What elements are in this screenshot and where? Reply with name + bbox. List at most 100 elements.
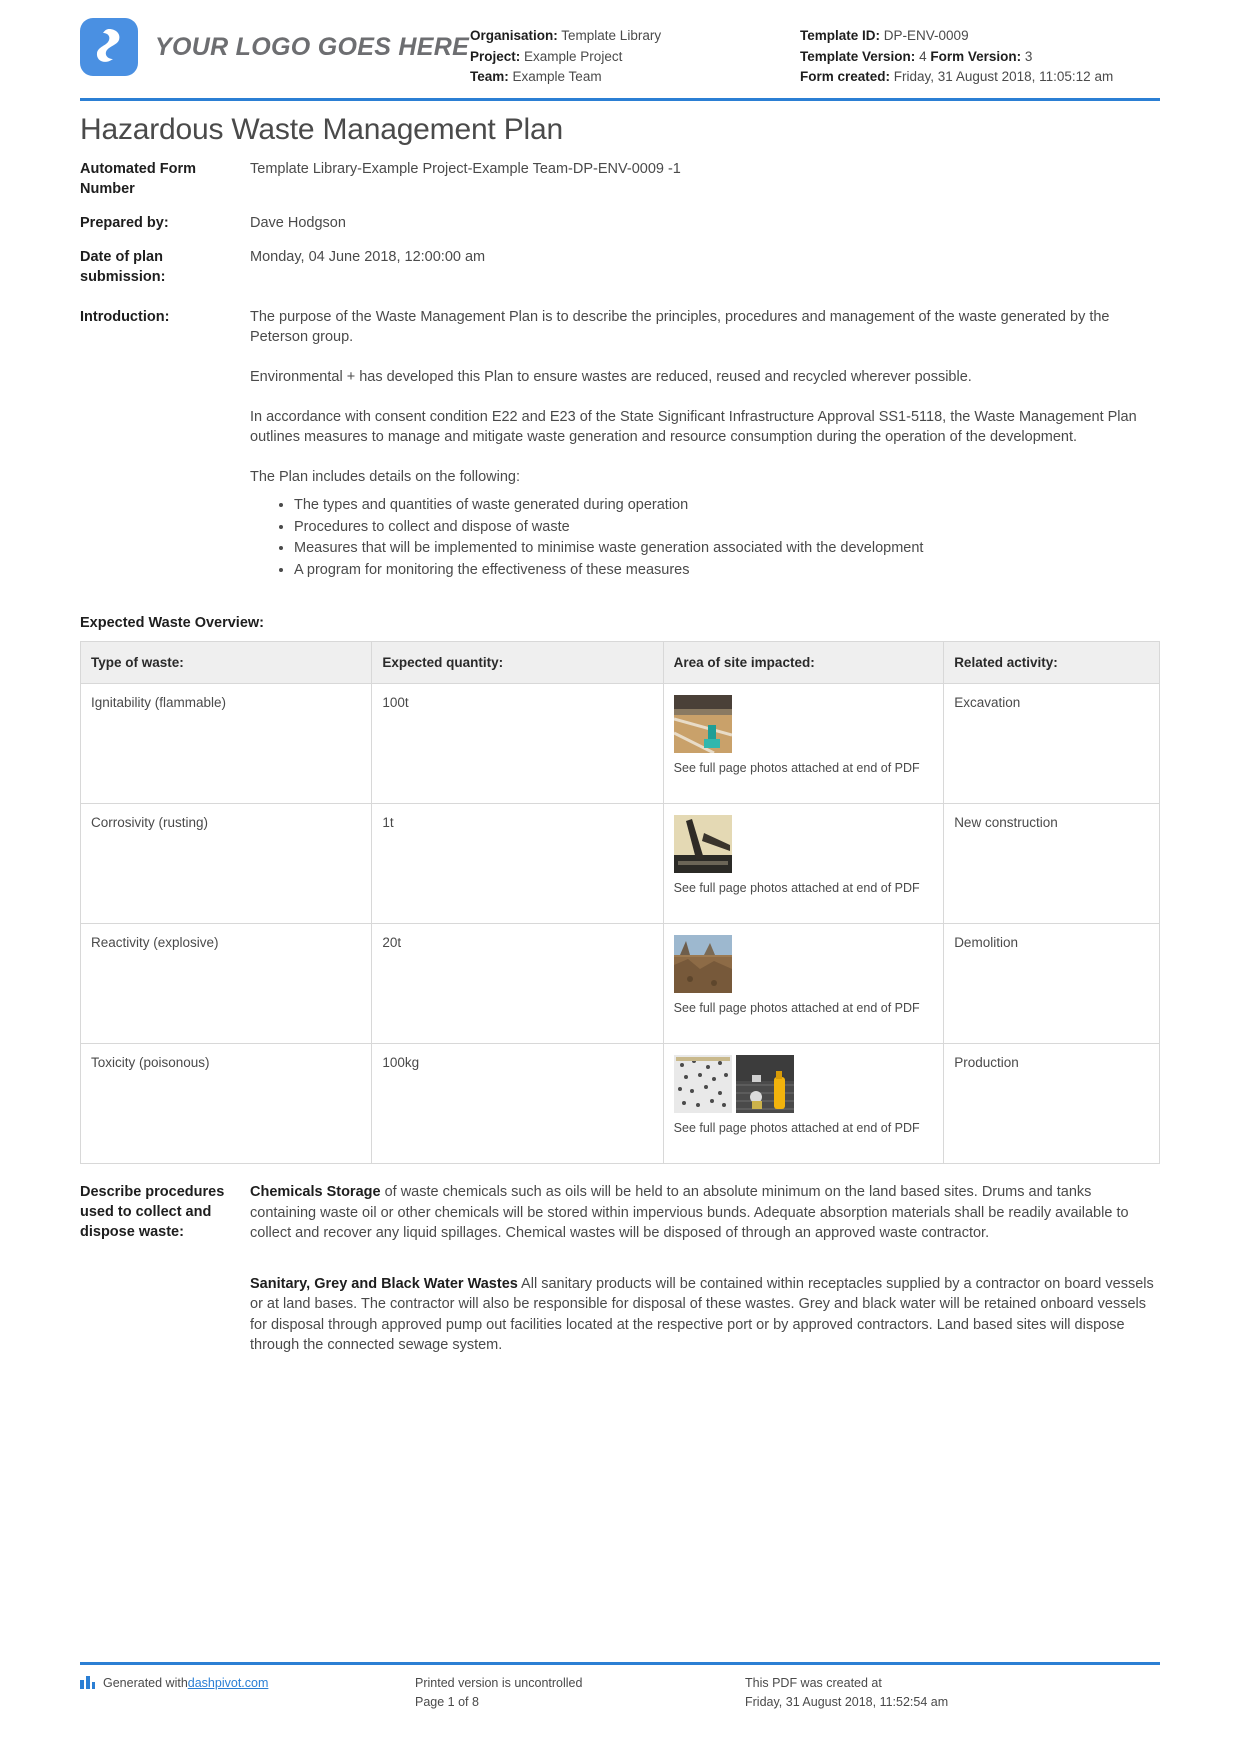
introduction-paragraph: Environmental + has developed this Plan …: [250, 369, 972, 385]
photo-caption: See full page photos attached at end of …: [673, 881, 920, 895]
template-version-label: Template Version:: [800, 48, 916, 64]
site-photo-thumbnail: [673, 815, 732, 873]
generated-with-text: Generated with: [103, 1676, 188, 1690]
footer-printed-version: Printed version is uncontrolled Page 1 o…: [415, 1674, 745, 1712]
introduction-bullet-list: The types and quantities of waste genera…: [250, 495, 1160, 580]
cell-type: Reactivity (explosive): [79, 923, 373, 1044]
form-version-label: Form Version:: [930, 48, 1022, 64]
project-label: Project:: [470, 48, 521, 64]
cell-activity: New construction: [943, 803, 1160, 924]
template-version-value: 4: [919, 48, 927, 64]
cell-activity: Production: [943, 1043, 1160, 1164]
list-item: The types and quantities of waste genera…: [294, 495, 1160, 516]
form-version-value: 3: [1024, 48, 1033, 64]
cell-quantity: 100kg: [371, 1043, 664, 1164]
expected-waste-table: Type of waste: Expected quantity: Area o…: [79, 641, 1160, 1164]
form-created-value: Friday, 31 August 2018, 11:05:12 am: [893, 69, 1114, 84]
cell-quantity: 20t: [371, 923, 664, 1044]
cell-quantity: 100t: [371, 683, 664, 804]
list-item: A program for monitoring the effectivene…: [294, 560, 1160, 581]
introduction-label: Introduction:: [80, 309, 170, 325]
site-photo-thumbnail: [673, 1055, 732, 1113]
field-introduction: Introduction: The purpose of the Waste M…: [80, 307, 1160, 581]
prepared-by-label: Prepared by:: [80, 215, 169, 231]
photo-caption: See full page photos attached at end of …: [673, 761, 920, 775]
page-title: Hazardous Waste Management Plan: [80, 113, 563, 146]
form-created-row: Form created: Friday, 31 August 2018, 11…: [800, 67, 1160, 88]
column-header-type: Type of waste:: [79, 641, 373, 684]
site-photo-thumbnail: [735, 1055, 794, 1113]
table-row: Ignitability (flammable) 100t See full p…: [79, 683, 1160, 804]
footer-pdf-created: This PDF was created at Friday, 31 Augus…: [745, 1674, 1160, 1712]
field-automated-form-number: Automated Form Number Template Library-E…: [80, 159, 1160, 199]
cell-type: Corrosivity (rusting): [79, 803, 373, 924]
introduction-paragraph: In accordance with consent condition E22…: [250, 409, 1137, 445]
procedures-body: Chemicals Storage of waste chemicals suc…: [250, 1182, 1160, 1356]
chemicals-storage-text: of waste chemicals such as oils will be …: [250, 1184, 1129, 1241]
photo-caption: See full page photos attached at end of …: [673, 1001, 920, 1015]
list-item: Measures that will be implemented to min…: [294, 538, 1160, 559]
cell-area: See full page photos attached at end of …: [662, 1043, 945, 1164]
table-row: Corrosivity (rusting) 1t See full page p…: [79, 803, 1160, 924]
photo-thumbnails: [673, 695, 934, 753]
list-item: Procedures to collect and dispose of was…: [294, 517, 1160, 538]
header-meta-right: Template ID: DP-ENV-0009 Template Versio…: [800, 18, 1160, 88]
prepared-by-value: Dave Hodgson: [250, 215, 346, 231]
template-id-label: Template ID:: [800, 28, 881, 43]
dashpivot-bars-icon: [80, 1676, 96, 1695]
cell-quantity: 1t: [371, 803, 664, 924]
table-row: Reactivity (explosive) 20t See full page…: [79, 923, 1160, 1044]
page-number: Page 1 of 8: [415, 1695, 479, 1709]
procedures-paragraph-chemicals: Chemicals Storage of waste chemicals suc…: [250, 1182, 1160, 1244]
photo-thumbnails: [673, 1055, 934, 1113]
table-row: Toxicity (poisonous) 100kg See full page…: [79, 1043, 1160, 1164]
dashpivot-logo-icon: [80, 18, 138, 76]
project-value: Example Project: [524, 48, 623, 64]
organisation-row: Organisation: Template Library: [470, 26, 800, 47]
cell-area: See full page photos attached at end of …: [662, 683, 945, 804]
column-header-activity: Related activity:: [943, 641, 1160, 684]
team-row: Team: Example Team: [470, 67, 800, 88]
cell-activity: Excavation: [943, 683, 1160, 804]
template-id-value: DP-ENV-0009: [883, 28, 969, 43]
date-label: Date of plan submission:: [80, 249, 166, 285]
introduction-paragraph: The purpose of the Waste Management Plan…: [250, 309, 1110, 345]
field-date-of-plan-submission: Date of plan submission: Monday, 04 June…: [80, 247, 1160, 287]
site-photo-thumbnail: [673, 695, 732, 753]
photo-thumbnails: [673, 815, 934, 873]
header-meta-left: Organisation: Template Library Project: …: [470, 18, 800, 88]
procedures-section: Describe procedures used to collect and …: [80, 1182, 1160, 1356]
column-header-area: Area of site impacted:: [662, 641, 945, 684]
dashpivot-link[interactable]: dashpivot.com: [188, 1674, 269, 1693]
water-wastes-heading: Sanitary, Grey and Black Water Wastes: [250, 1275, 518, 1292]
pdf-created-label: This PDF was created at: [745, 1676, 882, 1690]
introduction-body: The purpose of the Waste Management Plan…: [250, 307, 1160, 581]
automated-form-number-label: Automated Form Number: [80, 161, 196, 197]
automated-form-number-value: Template Library-Example Project-Example…: [250, 161, 681, 177]
cell-type: Ignitability (flammable): [79, 683, 373, 804]
version-row: Template Version: 4 Form Version: 3: [800, 47, 1160, 68]
photo-caption: See full page photos attached at end of …: [673, 1121, 920, 1135]
document-page: YOUR LOGO GOES HERE Organisation: Templa…: [0, 0, 1240, 1754]
logo-block: YOUR LOGO GOES HERE: [80, 18, 470, 76]
header-divider: [80, 98, 1160, 101]
document-footer: Generated with dashpivot.com Printed ver…: [80, 1662, 1160, 1712]
date-value: Monday, 04 June 2018, 12:00:00 am: [250, 249, 486, 265]
procedures-label: Describe procedures used to collect and …: [80, 1184, 225, 1240]
pdf-created-timestamp: Friday, 31 August 2018, 11:52:54 am: [745, 1695, 949, 1709]
site-photo-thumbnail: [673, 935, 732, 993]
photo-thumbnails: [673, 935, 934, 993]
field-prepared-by: Prepared by: Dave Hodgson: [80, 213, 1160, 233]
project-row: Project: Example Project: [470, 47, 800, 68]
organisation-value: Template Library: [561, 28, 662, 43]
cell-area: See full page photos attached at end of …: [662, 923, 945, 1044]
cell-area: See full page photos attached at end of …: [662, 803, 945, 924]
template-id-row: Template ID: DP-ENV-0009: [800, 26, 1160, 47]
cell-activity: Demolition: [943, 923, 1160, 1044]
cell-type: Toxicity (poisonous): [79, 1043, 373, 1164]
logo-text: YOUR LOGO GOES HERE: [155, 32, 470, 61]
document-header: YOUR LOGO GOES HERE Organisation: Templa…: [80, 0, 1160, 92]
printed-version-line1: Printed version is uncontrolled: [415, 1676, 583, 1690]
footer-generated-with: Generated with dashpivot.com: [80, 1674, 415, 1712]
organisation-label: Organisation:: [470, 28, 558, 43]
